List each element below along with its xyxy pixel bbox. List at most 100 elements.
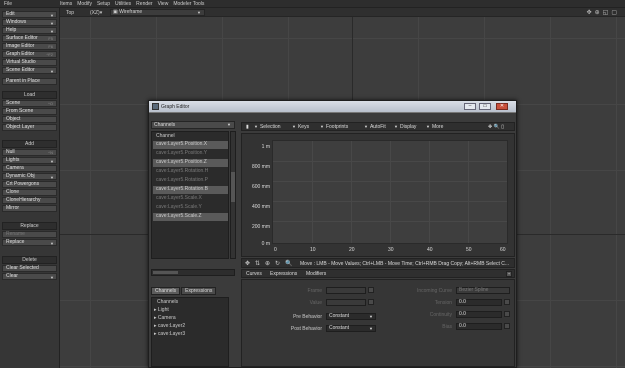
menu-modify[interactable]: Modify [77, 1, 92, 7]
mirror-button[interactable]: Mirror [2, 205, 57, 212]
chevron-down-icon: ▼ [50, 29, 54, 34]
envelope-button[interactable] [504, 323, 510, 329]
menu-setup[interactable]: Setup [97, 1, 110, 7]
value-field[interactable] [326, 299, 366, 306]
tab-channels[interactable]: Channels [151, 287, 181, 295]
tab-expressions[interactable]: Expressions [181, 287, 217, 295]
load-object-button[interactable]: Object [2, 116, 57, 123]
channels-dropdown[interactable]: Channels ▼ [151, 121, 235, 129]
y-tick-label: 400 mm [251, 204, 270, 210]
maximize-button[interactable]: ▭ [479, 103, 491, 110]
add-lights-button[interactable]: Lights ▼ [2, 157, 57, 164]
autofit-menu[interactable]: ▼ AutoFit [364, 124, 386, 130]
view-axis-selector[interactable]: (XZ)▾ [90, 10, 102, 16]
scene-editor-button[interactable]: Scene Editor ▼ [2, 67, 57, 74]
add-null-button[interactable]: Null ^N [2, 149, 57, 156]
keys-menu[interactable]: ▼ Keys [292, 124, 309, 130]
surface-editor-button[interactable]: Surface Editor F5 [2, 35, 57, 42]
clone-hierarchy-button[interactable]: CloneHierarchy [2, 197, 57, 204]
add-dynamic-obj-button[interactable]: Dynamic Obj ▼ [2, 173, 57, 180]
menu-view[interactable]: View [158, 1, 169, 7]
list-item[interactable]: cave:Layer5.Scale.Z [153, 213, 228, 221]
pre-behavior-select[interactable]: Constant ▼ [326, 313, 376, 320]
virtual-studio-button[interactable]: Virtual Studio [2, 59, 57, 66]
envelope-button[interactable] [504, 299, 510, 305]
zoom-controls-icon[interactable]: ✥ 🔍 ▯ [488, 124, 504, 130]
graph-editor-window[interactable]: Graph Editor – ▭ ✕ Channels ▼ Channel cav… [148, 100, 517, 368]
menu-modeler-tools[interactable]: Modeler Tools [173, 1, 204, 7]
rotate-icon[interactable]: ⊕ [595, 9, 600, 16]
list-item[interactable]: cave:Layer5.Position.Y [153, 150, 228, 158]
maximize-icon[interactable]: ▢ [611, 9, 617, 16]
load-from-scene-button[interactable]: From Scene [2, 108, 57, 115]
list-item[interactable]: cave:Layer5.Scale.X [153, 195, 228, 203]
add-camera-button[interactable]: Camera [2, 165, 57, 172]
envelope-button[interactable] [504, 311, 510, 317]
x-tick-label: 40 [427, 247, 433, 253]
crt-powergons-button[interactable]: Crt Powergons [2, 181, 57, 188]
tree-item-camera[interactable]: ▸ Camera [154, 315, 176, 321]
minimize-button[interactable]: – [464, 103, 476, 110]
load-scene-button[interactable]: Scene ^O [2, 100, 57, 107]
list-item[interactable]: cave:Layer5.Scale.Y [153, 204, 228, 212]
view-type-selector[interactable]: Top [66, 10, 74, 16]
envelope-button[interactable] [368, 287, 374, 293]
list-item[interactable]: cave:Layer5.Position.X [153, 141, 228, 149]
rename-button[interactable]: Rename [2, 231, 57, 238]
clear-selected-button[interactable]: Clear Selected [2, 265, 57, 272]
pan-icon[interactable]: ✥ [587, 9, 592, 16]
menu-items[interactable]: Items [60, 1, 72, 7]
zoom-icon[interactable]: ◱ [603, 9, 609, 16]
graph-editor-titlebar[interactable]: Graph Editor – ▭ ✕ [149, 101, 516, 113]
load-object-layer-button[interactable]: Object Layer [2, 124, 57, 131]
tree-item-light[interactable]: ▸ Light [154, 307, 169, 313]
list-item[interactable]: cave:Layer5.Rotation.B [153, 186, 228, 194]
zoom-tool-icon[interactable]: 🔍 [285, 260, 292, 267]
tree-item-layer3[interactable]: ▸ cave:Layer3 [154, 331, 185, 337]
rotate-tool-icon[interactable]: ↻ [275, 260, 280, 267]
shading-mode-dropdown[interactable]: ▣ Wireframe ▼ [110, 9, 205, 16]
continuity-field[interactable]: 0.0 [456, 311, 502, 318]
add-key-icon[interactable]: ⊕ [265, 260, 270, 267]
menu-utilities[interactable]: Utilities [115, 1, 131, 7]
plot-area[interactable] [272, 140, 508, 244]
clear-button[interactable]: Clear ▼ [2, 273, 57, 280]
clone-button[interactable]: Clone [2, 189, 57, 196]
edit-button[interactable]: Edit ▼ [2, 11, 57, 18]
add-panel-button[interactable]: + [506, 271, 512, 277]
stretch-tool-icon[interactable]: ⇅ [255, 260, 260, 267]
close-button[interactable]: ✕ [496, 103, 508, 110]
list-item[interactable]: cave:Layer5.Position.Z [153, 159, 228, 167]
channel-list[interactable]: Channel cave:Layer5.Position.X cave:Laye… [151, 131, 229, 259]
parent-in-place-button[interactable]: Parent in Place [2, 78, 57, 85]
selection-menu[interactable]: ▼ Selection [254, 124, 281, 130]
bias-field[interactable]: 0.0 [456, 323, 502, 330]
tab-curves[interactable]: Curves [246, 271, 262, 277]
footprints-menu[interactable]: ▼ Footprints [320, 124, 348, 130]
envelope-button[interactable] [368, 299, 374, 305]
more-menu[interactable]: ▼ More [426, 124, 443, 130]
menu-render[interactable]: Render [136, 1, 152, 7]
list-item[interactable]: cave:Layer5.Rotation.P [153, 177, 228, 185]
file-menu[interactable]: File [4, 1, 12, 7]
tension-field[interactable]: 0.0 [456, 299, 502, 306]
help-button[interactable]: Help ▼ [2, 27, 57, 34]
replace-button[interactable]: Replace ▼ [2, 239, 57, 246]
move-tool-icon[interactable]: ✥ [245, 260, 250, 267]
frame-field[interactable] [326, 287, 366, 294]
channel-scrollbar[interactable] [230, 131, 236, 259]
image-editor-button[interactable]: Image Editor F6 [2, 43, 57, 50]
windows-button[interactable]: Windows ▼ [2, 19, 57, 26]
scene-tree[interactable]: Channels ▸ Light ▸ Camera ▸ cave:Layer2 … [151, 297, 229, 367]
top-menu-bar: File Items Modify Setup Utilities Render… [0, 0, 625, 8]
graph-editor-button[interactable]: Graph Editor ^F2 [2, 51, 57, 58]
list-item[interactable]: cave:Layer5.Rotation.H [153, 168, 228, 176]
display-menu[interactable]: ▼ Display [394, 124, 416, 130]
incoming-curve-select[interactable]: Bezier Spline [456, 287, 510, 294]
curve-graph[interactable]: 1 m 800 mm 600 mm 400 mm 200 mm 0 m 0 10… [241, 133, 515, 257]
post-behavior-select[interactable]: Constant ▼ [326, 325, 376, 332]
tab-expressions-bottom[interactable]: Expressions [270, 271, 297, 277]
tree-item-layer2[interactable]: ▸ cave:Layer2 [154, 323, 185, 329]
tab-modifiers[interactable]: Modifiers [306, 271, 326, 277]
channel-hscrollbar[interactable] [151, 269, 235, 276]
